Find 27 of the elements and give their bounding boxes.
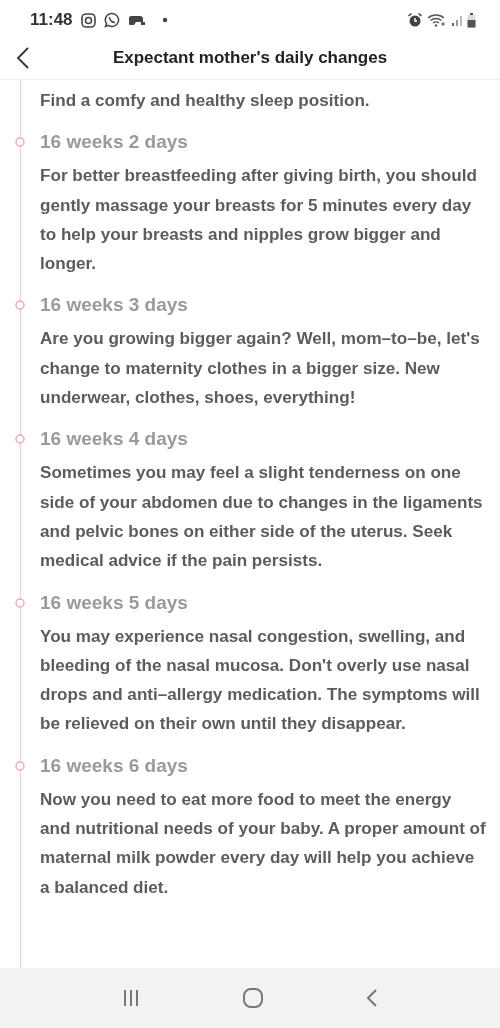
day-heading: 16 weeks 6 days <box>40 753 189 778</box>
timeline-dot-icon <box>15 760 25 771</box>
day-heading: 16 weeks 3 days <box>40 293 189 318</box>
day-heading: 16 weeks 2 days <box>40 130 189 155</box>
timeline-dot-icon <box>15 434 25 445</box>
tip-text: For better breastfeeding after giving birth, you should gently massage your breasts for 5 minutes every day to help your breasts and nipples grow bigger and longer. <box>40 165 478 276</box>
status-time: 11:48 <box>30 9 73 32</box>
timeline-dot-icon <box>15 137 25 148</box>
wifi-icon <box>427 13 447 27</box>
tip-text: Are you growing bigger again? Well, mom–to–be, let's change to maternity clothes in a bigger size. New underwear, clothes, shoes, everything! <box>40 328 481 410</box>
back-button[interactable] <box>16 45 30 70</box>
page-title: Expectant mother's daily changes <box>111 46 389 69</box>
notification-dot-icon <box>161 17 168 23</box>
tip-text: Now you need to eat more food to meet the energy and nutritional needs of your baby. A proper amount of maternal milk powder every day will help you achieve a balanced diet. <box>40 788 486 899</box>
tip-text: Sometimes you may feel a slight tenderness on one side of your abdomen due to changes in the ligaments and pelvic bones on either side of the uterus. Seek medical advice if the pain persists. <box>40 462 484 573</box>
day-heading: 16 weeks 5 days <box>40 590 189 615</box>
battery-icon <box>467 12 476 28</box>
tip-text: You may experience nasal congestion, swelling, and bleeding of the nasal mucosa. Don't overly use nasal drops and anti–allergy medication. The symptoms will be relieved on their own until they disappear. <box>40 625 481 736</box>
chat-bubble-icon <box>103 12 120 28</box>
day-heading: 16 weeks 4 days <box>40 427 189 452</box>
timeline-dot-icon <box>15 597 25 608</box>
alarm-icon <box>407 12 423 28</box>
home-button[interactable] <box>242 987 264 1009</box>
timeline-dot-icon <box>15 300 25 311</box>
tip-text: Find a comfy and healthy sleep position. <box>40 90 371 112</box>
instagram-icon <box>80 12 96 28</box>
signal-icon <box>451 14 463 26</box>
